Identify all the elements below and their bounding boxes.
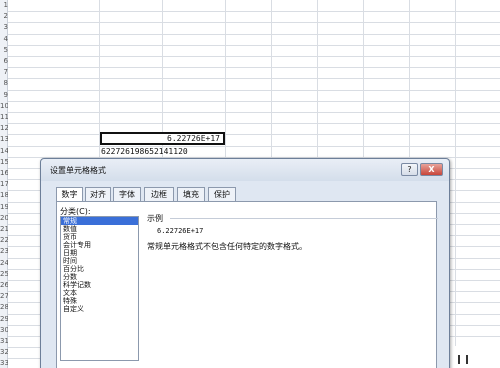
tab-alignment[interactable]: 对齐 — [85, 187, 111, 201]
row-number[interactable]: 33 — [0, 358, 8, 368]
sample-value: 6.22726E+17 — [157, 227, 204, 235]
dialog-title: 设置单元格格式 — [50, 166, 106, 175]
category-item-text[interactable]: 文本 — [61, 289, 138, 297]
row-number[interactable]: 21 — [0, 224, 8, 235]
row-gridline — [8, 33, 500, 35]
row-number[interactable]: 1 — [0, 0, 8, 11]
category-item-percentage[interactable]: 百分比 — [61, 265, 138, 273]
category-item-fraction[interactable]: 分数 — [61, 273, 138, 281]
row-gridline — [8, 112, 500, 113]
row-number[interactable]: 18 — [0, 190, 8, 201]
corner-bar-1 — [458, 355, 460, 364]
row-gridline — [8, 134, 500, 136]
format-description: 常规单元格格式不包含任何特定的数字格式。 — [147, 242, 307, 251]
tab-fill[interactable]: 填充 — [177, 187, 205, 201]
row-number[interactable]: 26 — [0, 280, 8, 291]
row-number[interactable]: 24 — [0, 258, 8, 269]
row-number[interactable]: 6 — [0, 56, 8, 67]
tab-border[interactable]: 边框 — [144, 187, 174, 201]
selected-cell[interactable]: 6.22726E+17 — [100, 132, 225, 145]
row-gridline — [8, 22, 500, 24]
format-cells-dialog: 设置单元格格式 ? X 数字 对齐 字体 边框 填充 保护 分类(C): 常规 … — [40, 158, 450, 368]
row-number[interactable]: 2 — [0, 11, 8, 22]
category-item-date[interactable]: 日期 — [61, 249, 138, 257]
row-gridline — [8, 100, 500, 102]
row-number[interactable]: 22 — [0, 235, 8, 246]
number-tab-panel: 分类(C): 常规 数值 货币 会计专用 日期 时间 百分比 分数 科学记数 文… — [56, 201, 438, 368]
row-number[interactable]: 5 — [0, 45, 8, 56]
tab-font[interactable]: 字体 — [113, 187, 141, 201]
row-gridline — [8, 56, 500, 57]
row-number[interactable]: 9 — [0, 90, 8, 101]
category-item-scientific[interactable]: 科学记数 — [61, 281, 138, 289]
row-number[interactable]: 12 — [0, 123, 8, 134]
row-number[interactable]: 13 — [0, 134, 8, 145]
row-gridline — [8, 44, 500, 46]
category-item-currency[interactable]: 货币 — [61, 233, 138, 241]
row-gridline — [8, 145, 500, 147]
dialog-titlebar[interactable]: 设置单元格格式 ? X — [41, 159, 449, 181]
category-item-general[interactable]: 常规 — [61, 217, 138, 225]
row-gridline — [8, 11, 500, 13]
row-number[interactable]: 31 — [0, 336, 8, 347]
row-number[interactable]: 10 — [0, 101, 8, 112]
corner-bar-2 — [466, 355, 468, 364]
category-list[interactable]: 常规 数值 货币 会计专用 日期 时间 百分比 分数 科学记数 文本 特殊 自定… — [60, 216, 139, 361]
help-button[interactable]: ? — [401, 163, 418, 176]
row-number[interactable]: 30 — [0, 325, 8, 336]
row-gridline — [8, 89, 500, 91]
row-gridline — [8, 123, 500, 125]
row-number[interactable]: 25 — [0, 269, 8, 280]
category-item-time[interactable]: 时间 — [61, 257, 138, 265]
row-number[interactable]: 15 — [0, 157, 8, 168]
row-number[interactable]: 11 — [0, 112, 8, 123]
row-number[interactable]: 14 — [0, 146, 8, 157]
tab-protection[interactable]: 保护 — [208, 187, 236, 201]
column-gridline — [455, 0, 456, 368]
close-button[interactable]: X — [420, 163, 443, 176]
category-item-accounting[interactable]: 会计专用 — [61, 241, 138, 249]
row-number[interactable]: 8 — [0, 78, 8, 89]
row-number[interactable]: 3 — [0, 22, 8, 33]
row-number[interactable]: 17 — [0, 179, 8, 190]
row-number[interactable]: 32 — [0, 347, 8, 358]
sample-label: 示例 — [147, 214, 163, 223]
row-number[interactable]: 7 — [0, 67, 8, 78]
row-gridline — [8, 67, 500, 69]
tab-number[interactable]: 数字 — [56, 187, 83, 202]
row-number[interactable]: 29 — [0, 314, 8, 325]
row-number[interactable]: 19 — [0, 202, 8, 213]
row-number[interactable]: 16 — [0, 168, 8, 179]
row-number[interactable]: 4 — [0, 34, 8, 45]
category-item-custom[interactable]: 自定义 — [61, 305, 138, 313]
category-item-special[interactable]: 特殊 — [61, 297, 138, 305]
row-number[interactable]: 27 — [0, 291, 8, 302]
row-number[interactable]: 28 — [0, 302, 8, 313]
row-gridline — [8, 78, 500, 80]
category-item-number[interactable]: 数值 — [61, 225, 138, 233]
row-number[interactable]: 20 — [0, 213, 8, 224]
cell-long-number[interactable]: 622726198652141120 — [101, 146, 188, 158]
row-number[interactable]: 23 — [0, 246, 8, 257]
sample-divider — [170, 218, 438, 219]
